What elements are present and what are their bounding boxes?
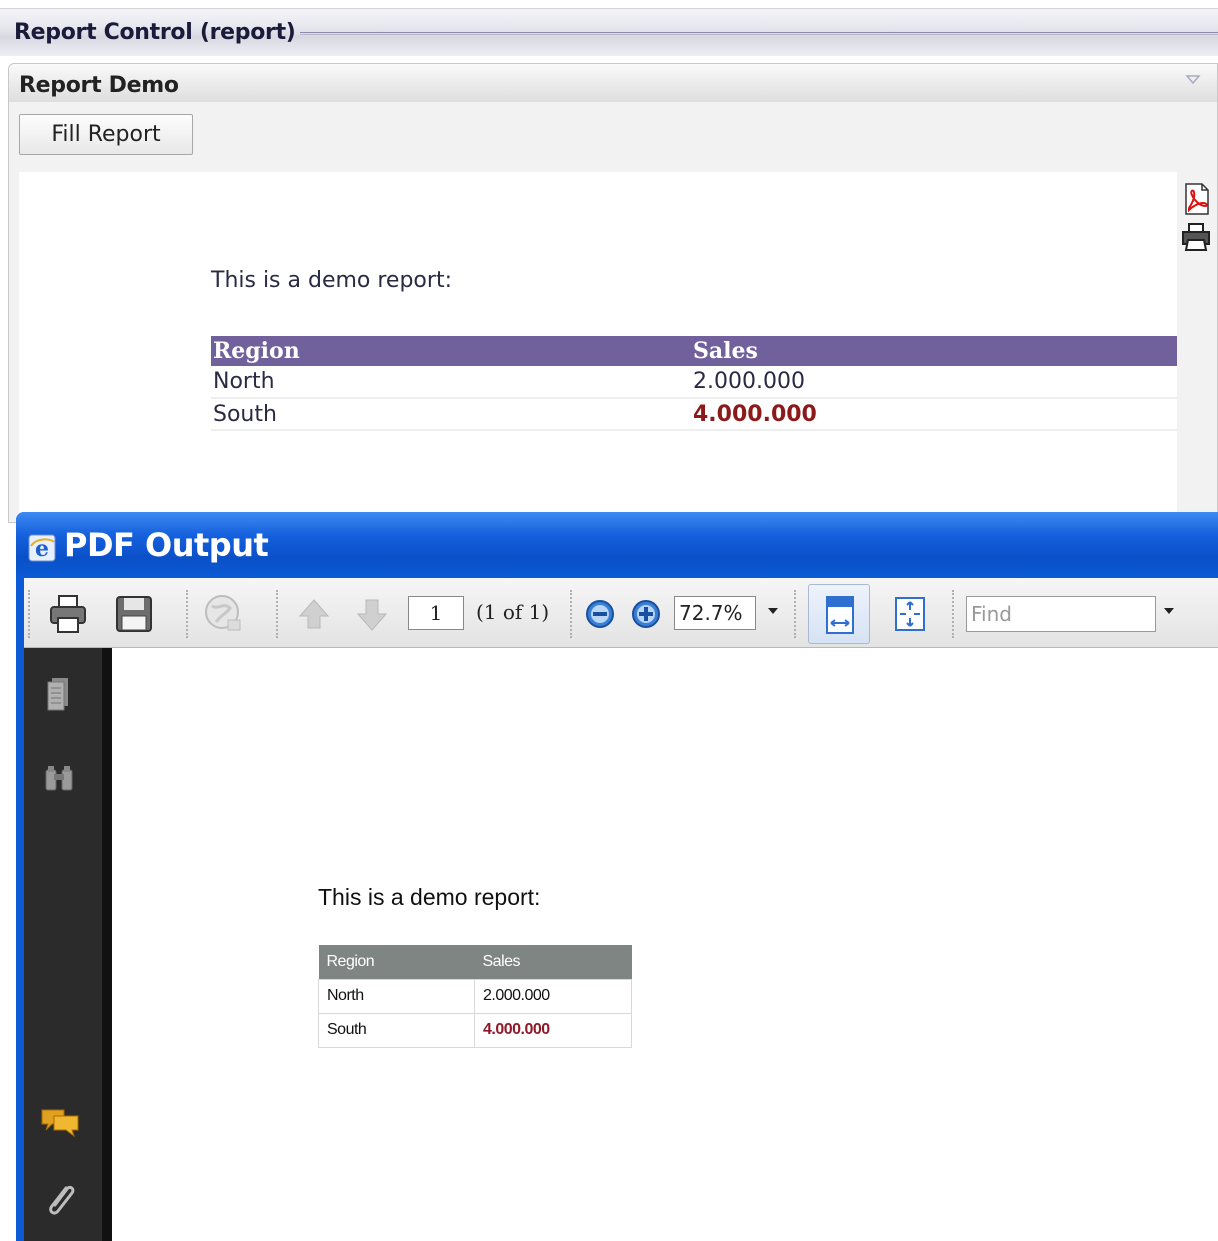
report-intro-text: This is a demo report: bbox=[211, 268, 452, 293]
find-input[interactable]: Find bbox=[966, 596, 1156, 632]
cell-region: North bbox=[318, 978, 475, 1014]
toolbar-grip bbox=[276, 590, 280, 638]
page-number-input[interactable]: 1 bbox=[408, 596, 464, 630]
cell-sales: 2.000.000 bbox=[691, 366, 1177, 399]
previous-page-icon[interactable] bbox=[292, 592, 336, 636]
toolbar-grip bbox=[794, 590, 798, 638]
cell-region: South bbox=[318, 1012, 475, 1048]
browser-icon: e bbox=[28, 534, 56, 562]
comments-icon[interactable] bbox=[38, 1100, 82, 1144]
next-page-icon[interactable] bbox=[350, 592, 394, 636]
toolbar-grip bbox=[186, 590, 190, 638]
page-count: (1 of 1) bbox=[476, 600, 550, 624]
panel-titlebar: Report Demo bbox=[9, 64, 1217, 102]
web-icon[interactable] bbox=[202, 592, 246, 636]
cell-region: North bbox=[211, 366, 691, 399]
table-header-row: Region Sales bbox=[211, 336, 1177, 366]
window-titlebar[interactable]: e PDF Output bbox=[16, 512, 1218, 578]
collapse-icon[interactable] bbox=[1185, 74, 1201, 90]
page-title: Report Control (report) bbox=[14, 20, 296, 45]
cell-sales: 2.000.000 bbox=[474, 978, 632, 1014]
report-demo-panel: Report Demo Fill Report This is a demo r… bbox=[8, 63, 1218, 524]
pdf-report-table: Region Sales North 2.000.000 South 4.000… bbox=[318, 945, 632, 1048]
pdf-icon[interactable] bbox=[1179, 182, 1213, 216]
control-header: Report Control (report) bbox=[0, 8, 1218, 56]
table-row: South 4.000.000 bbox=[318, 1012, 632, 1048]
pages-icon[interactable] bbox=[38, 672, 82, 716]
table-row: South 4.000.000 bbox=[211, 398, 1177, 431]
table-row: North 2.000.000 bbox=[318, 978, 632, 1014]
print-icon[interactable] bbox=[46, 592, 90, 636]
cell-sales: 4.000.000 bbox=[691, 398, 1177, 431]
panel-title: Report Demo bbox=[19, 73, 179, 98]
table-row: North 2.000.000 bbox=[211, 366, 1177, 399]
binoculars-icon[interactable] bbox=[38, 758, 82, 802]
toolbar-grip bbox=[28, 590, 32, 638]
pdf-output-window: e PDF Output 1 (1 of 1) 72.7% Find This … bbox=[16, 512, 1218, 1241]
report-table: Region Sales North 2.000.000 South 4.000… bbox=[211, 336, 1177, 431]
fit-width-button[interactable] bbox=[808, 584, 870, 644]
pdf-toolbar: 1 (1 of 1) 72.7% Find bbox=[24, 578, 1218, 648]
print-icon[interactable] bbox=[1179, 220, 1213, 254]
cell-sales: 4.000.000 bbox=[474, 1012, 632, 1048]
fill-report-button[interactable]: Fill Report bbox=[19, 114, 193, 155]
toolbar-grip bbox=[952, 590, 956, 638]
column-header-region: Region bbox=[318, 945, 475, 979]
window-title: PDF Output bbox=[64, 526, 269, 564]
column-header-sales: Sales bbox=[474, 945, 632, 979]
zoom-in-icon[interactable] bbox=[624, 592, 668, 636]
find-dropdown-icon[interactable] bbox=[1164, 608, 1174, 614]
pdf-sidebar bbox=[24, 648, 102, 1241]
fit-width-icon bbox=[826, 596, 854, 634]
header-rule bbox=[300, 32, 1218, 35]
pdf-document-page: This is a demo report: Region Sales Nort… bbox=[102, 648, 1218, 1241]
attachments-icon[interactable] bbox=[38, 1178, 82, 1222]
report-viewer: This is a demo report: Region Sales Nort… bbox=[19, 172, 1177, 524]
toolbar-grip bbox=[570, 590, 574, 638]
column-header-region: Region bbox=[211, 336, 691, 366]
column-header-sales: Sales bbox=[691, 336, 1177, 366]
save-icon[interactable] bbox=[112, 592, 156, 636]
zoom-dropdown-icon[interactable] bbox=[768, 608, 778, 614]
zoom-input[interactable]: 72.7% bbox=[674, 596, 756, 630]
zoom-out-icon[interactable] bbox=[578, 592, 622, 636]
pdf-intro-text: This is a demo report: bbox=[318, 884, 541, 910]
cell-region: South bbox=[211, 398, 691, 431]
table-header-row: Region Sales bbox=[318, 945, 632, 979]
fit-page-icon[interactable] bbox=[888, 592, 932, 636]
